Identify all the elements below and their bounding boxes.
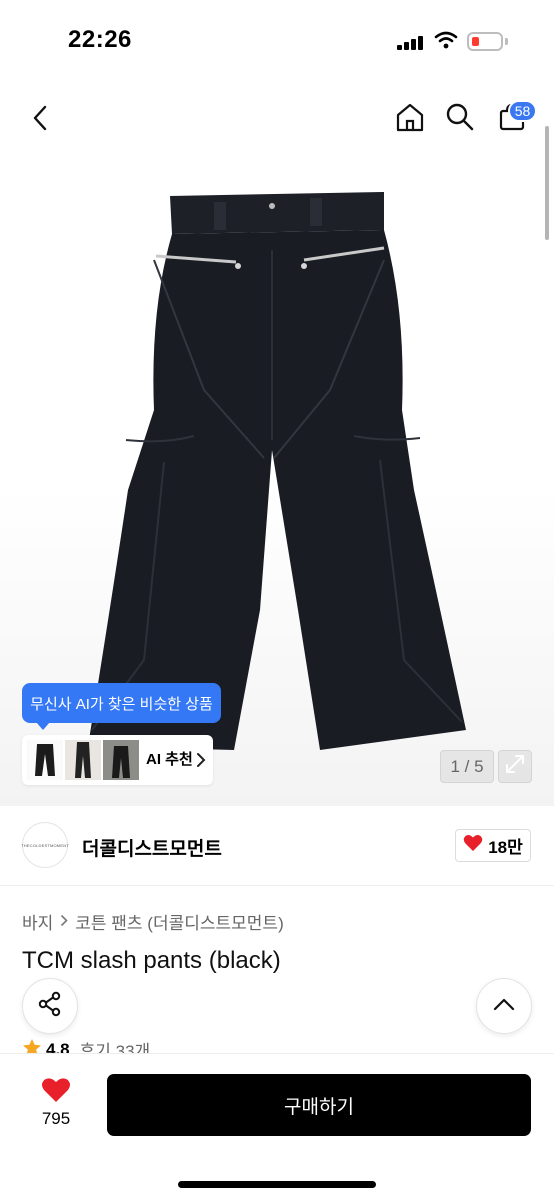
ai-recommend-label: AI 추천 bbox=[146, 751, 193, 768]
ai-recommend-button[interactable]: AI 추천 bbox=[22, 735, 213, 785]
scroll-indicator bbox=[545, 126, 549, 240]
product-image[interactable] bbox=[84, 190, 470, 754]
share-icon bbox=[37, 991, 63, 1022]
brand-logo-text: THECOLDESTMOMENT bbox=[21, 842, 69, 848]
home-button[interactable] bbox=[392, 101, 428, 137]
cart-count-badge: 58 bbox=[508, 100, 537, 122]
breadcrumb-item-subcategory[interactable]: 코튼 팬츠 (더콜디스트모먼트) bbox=[75, 909, 283, 934]
breadcrumb: 바지 코튼 팬츠 (더콜디스트모먼트) bbox=[22, 909, 284, 934]
expand-icon bbox=[504, 753, 526, 780]
ai-thumb-3[interactable] bbox=[103, 740, 139, 780]
product-title: TCM slash pants (black) bbox=[22, 947, 281, 974]
brand-name[interactable]: 더콜디스트모먼트 bbox=[82, 834, 222, 861]
wifi-icon bbox=[434, 31, 458, 54]
signal-icon bbox=[397, 36, 425, 50]
home-icon bbox=[394, 101, 426, 138]
wish-count: 795 bbox=[41, 1109, 71, 1128]
share-button[interactable] bbox=[22, 978, 78, 1034]
back-button[interactable] bbox=[22, 102, 58, 138]
search-button[interactable] bbox=[442, 101, 478, 137]
ai-thumb-1[interactable] bbox=[27, 740, 63, 780]
ai-similar-tooltip[interactable]: 무신사 AI가 찾은 비슷한 상품 bbox=[22, 683, 221, 730]
status-bar: 22:26 bbox=[0, 0, 554, 86]
heart-icon bbox=[463, 834, 483, 857]
breadcrumb-item-category[interactable]: 바지 bbox=[22, 909, 53, 934]
expand-button[interactable] bbox=[498, 750, 532, 783]
chevron-up-icon bbox=[493, 997, 515, 1016]
bottom-action-bar: 795 구매하기 bbox=[0, 1053, 554, 1200]
status-time: 22:26 bbox=[68, 26, 132, 53]
search-icon bbox=[445, 102, 475, 137]
chevron-right-icon bbox=[60, 912, 68, 932]
brand-logo[interactable]: THECOLDESTMOMENT bbox=[21, 822, 69, 868]
home-indicator bbox=[178, 1181, 376, 1188]
scroll-top-button[interactable] bbox=[476, 978, 532, 1034]
brand-row[interactable]: THECOLDESTMOMENT 더콜디스트모먼트 18만 bbox=[0, 806, 554, 886]
chevron-left-icon bbox=[31, 104, 49, 137]
brand-like-count: 18만 bbox=[488, 838, 523, 857]
ai-thumb-2[interactable] bbox=[65, 740, 101, 780]
brand-like-button[interactable]: 18만 bbox=[455, 829, 531, 862]
image-counter: 1 / 5 bbox=[440, 750, 494, 783]
buy-button[interactable]: 구매하기 bbox=[107, 1074, 531, 1136]
chevron-right-icon bbox=[196, 752, 206, 773]
battery-icon bbox=[467, 32, 503, 51]
wish-heart-icon[interactable] bbox=[41, 1077, 71, 1108]
